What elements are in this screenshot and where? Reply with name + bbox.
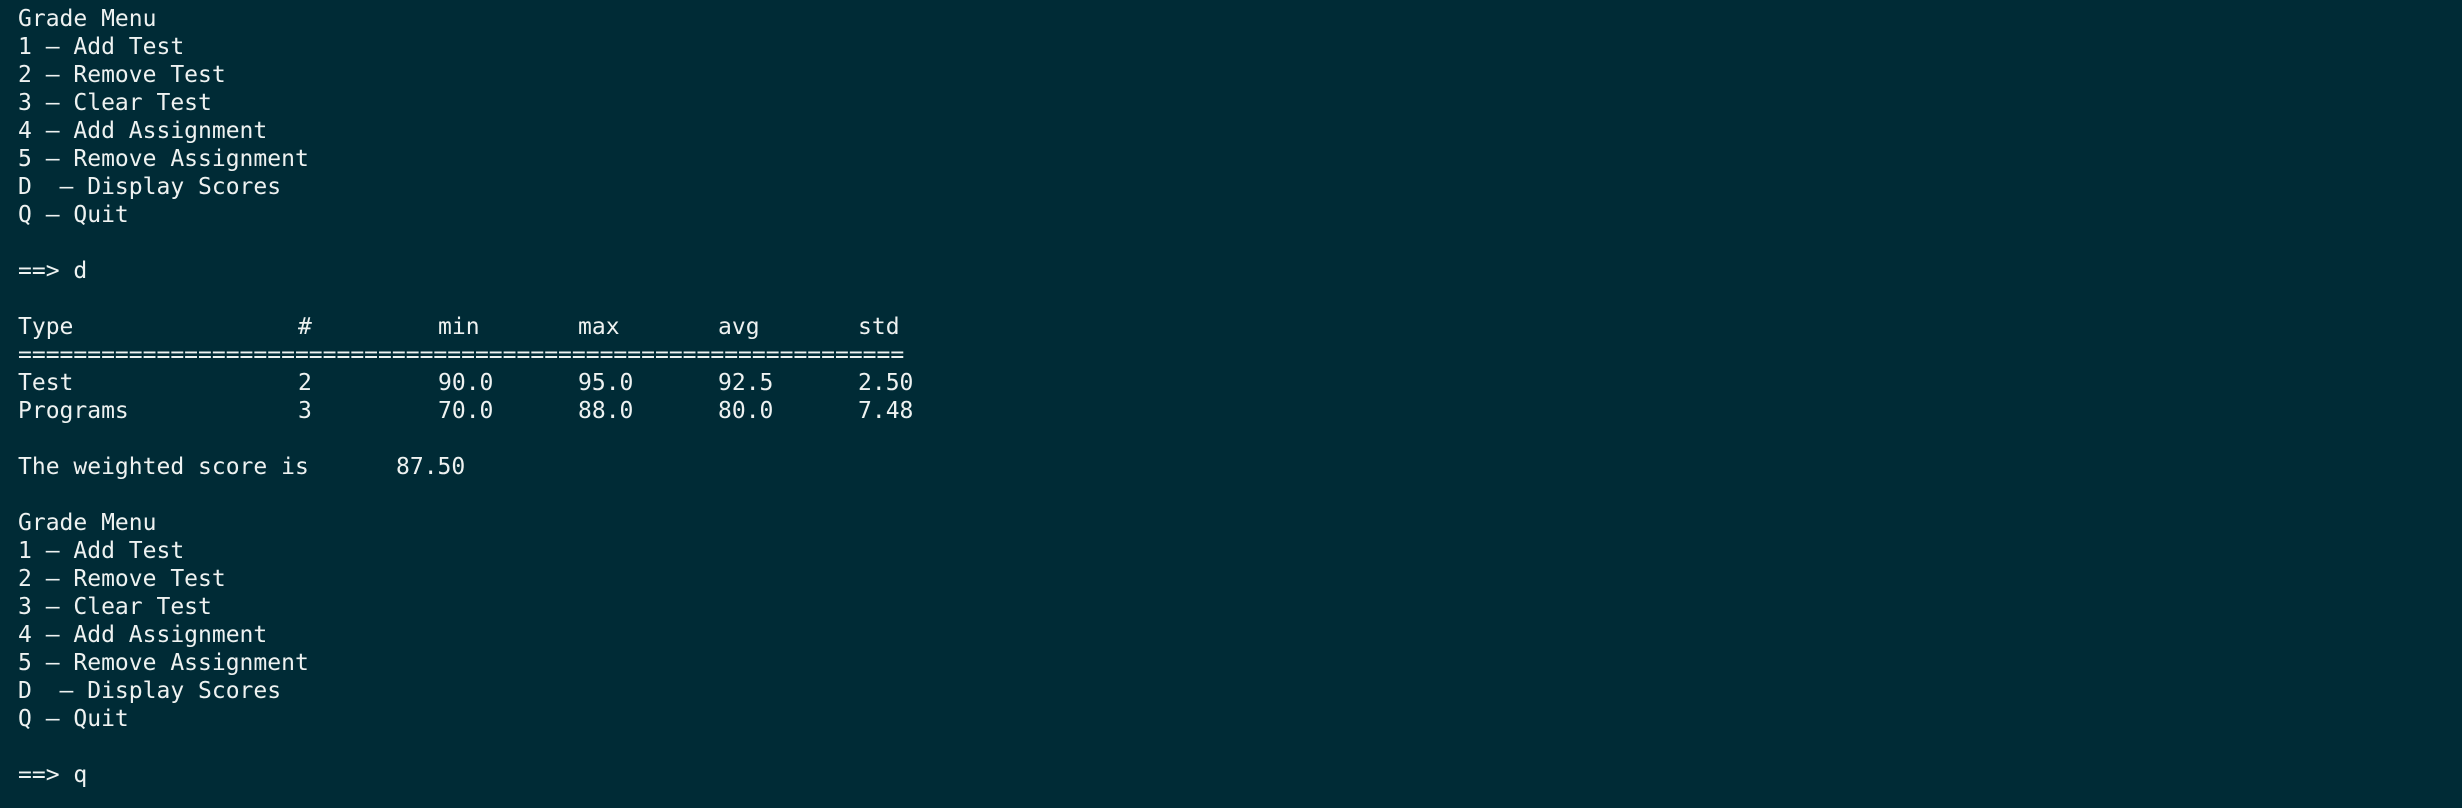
- menu-item-quit: Q – Quit: [18, 202, 129, 228]
- menu-item-remove-test: 2 – Remove Test: [18, 566, 226, 592]
- column-header-avg: avg: [718, 314, 760, 340]
- column-header-std: std: [858, 314, 900, 340]
- table-cell-min: 90.0: [438, 370, 494, 396]
- table-cell-std: 7.48: [858, 398, 914, 424]
- menu-item-display-scores: D – Display Scores: [18, 174, 282, 200]
- column-header-count: #: [298, 314, 312, 340]
- table-cell-count: 3: [298, 398, 312, 424]
- table-header-row: Type # min max avg std: [18, 313, 2462, 341]
- table-cell-max: 95.0: [578, 370, 634, 396]
- table-cell-type: Programs: [18, 398, 129, 424]
- menu-item-remove-assignment: 5 – Remove Assignment: [18, 146, 309, 172]
- table-cell-type: Test: [18, 370, 74, 396]
- menu-title: Grade Menu: [18, 510, 157, 536]
- weighted-score-label: The weighted score is: [18, 454, 309, 480]
- table-cell-avg: 80.0: [718, 398, 774, 424]
- table-cell-max: 88.0: [578, 398, 634, 424]
- table-row: Test 2 90.0 95.0 92.5 2.50: [18, 369, 2462, 397]
- menu-item-display-scores: D – Display Scores: [18, 678, 282, 704]
- menu-item-remove-assignment: 5 – Remove Assignment: [18, 650, 309, 676]
- input-prompt[interactable]: ==> q: [18, 761, 2462, 789]
- terminal-window[interactable]: Grade Menu 1 – Add Test 2 – Remove Test …: [0, 0, 2462, 808]
- weighted-score-line: The weighted score is 87.50: [18, 453, 2462, 481]
- table-separator: ========================================…: [18, 342, 905, 368]
- column-header-type: Type: [18, 314, 74, 340]
- input-prompt: ==> d: [18, 258, 88, 284]
- menu-item-add-test: 1 – Add Test: [18, 538, 185, 564]
- table-row: Programs 3 70.0 88.0 80.0 7.48: [18, 397, 2462, 425]
- menu-item-quit: Q – Quit: [18, 706, 129, 732]
- table-cell-std: 2.50: [858, 370, 914, 396]
- table-cell-min: 70.0: [438, 398, 494, 424]
- menu-item-clear-test: 3 – Clear Test: [18, 90, 212, 116]
- menu-item-add-assignment: 4 – Add Assignment: [18, 118, 268, 144]
- menu-title: Grade Menu: [18, 6, 157, 32]
- table-cell-avg: 92.5: [718, 370, 774, 396]
- menu-item-add-test: 1 – Add Test: [18, 34, 185, 60]
- menu-item-add-assignment: 4 – Add Assignment: [18, 622, 268, 648]
- weighted-score-value: 87.50: [396, 454, 466, 480]
- column-header-max: max: [578, 314, 620, 340]
- column-header-min: min: [438, 314, 480, 340]
- table-cell-count: 2: [298, 370, 312, 396]
- menu-item-remove-test: 2 – Remove Test: [18, 62, 226, 88]
- menu-item-clear-test: 3 – Clear Test: [18, 594, 212, 620]
